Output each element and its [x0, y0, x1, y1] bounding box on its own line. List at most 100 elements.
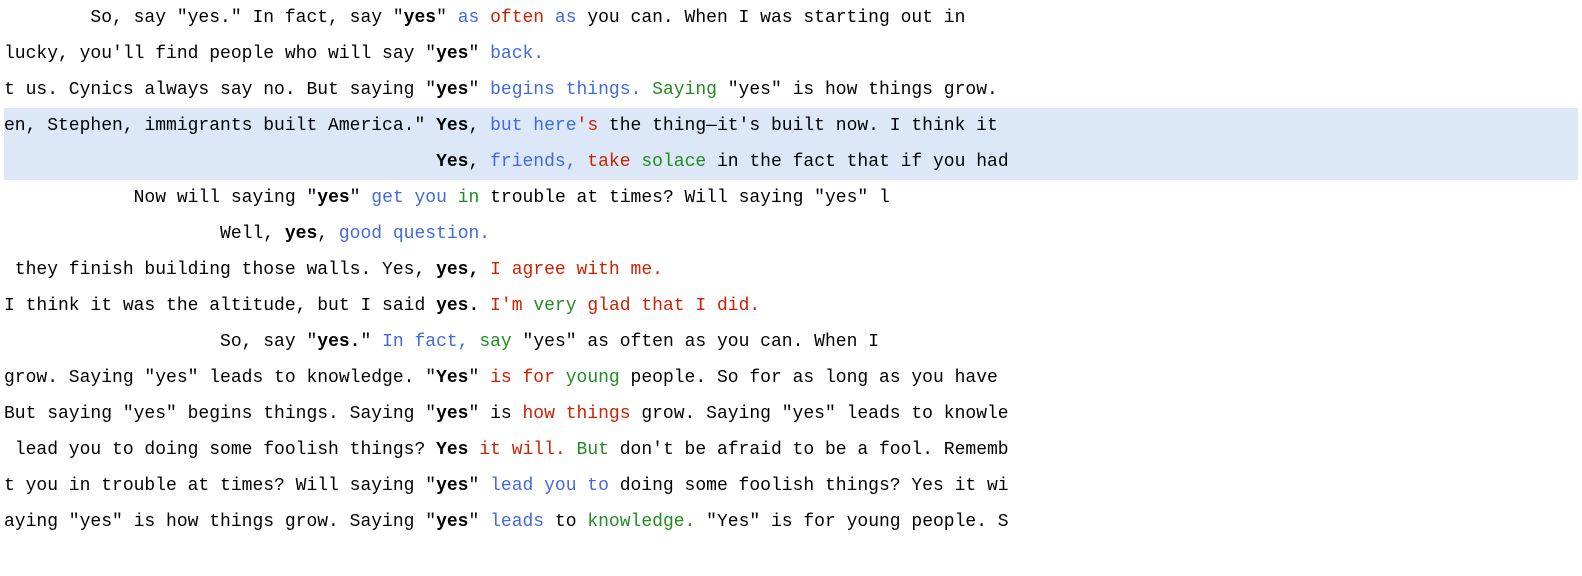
text-segment: yes	[436, 512, 468, 532]
text-segment: in	[458, 188, 480, 208]
text-segment: in the fact that if you had	[706, 152, 1008, 172]
text-line-3: en, Stephen, immigrants built America." …	[4, 108, 1578, 144]
text-segment: very	[533, 296, 576, 316]
text-segment	[577, 152, 588, 172]
text-segment: "	[468, 476, 490, 496]
text-segment: yes.	[436, 296, 479, 316]
text-segment: trouble at times? Will saying "yes" l	[479, 188, 889, 208]
text-segment: I think it was the altitude, but I said	[4, 296, 436, 316]
text-segment: "yes" as often as you can. When I	[512, 332, 879, 352]
text-segment: "	[468, 44, 490, 64]
text-segment: yes	[317, 188, 349, 208]
text-segment: "	[350, 188, 372, 208]
text-segment: yes	[436, 476, 468, 496]
text-line-1: lucky, you'll find people who will say "…	[4, 36, 1578, 72]
text-segment: t us. Cynics always say no. But saying "	[4, 80, 436, 100]
text-segment: solace	[641, 152, 706, 172]
text-segment: you can. When I was starting out in	[577, 8, 966, 28]
text-line-13: t you in trouble at times? Will saying "…	[4, 468, 1578, 504]
text-segment: yes	[436, 404, 468, 424]
text-line-11: But saying "yes" begins things. Saying "…	[4, 396, 1578, 432]
text-segment: But saying "yes" begins things. Saying "	[4, 404, 436, 424]
text-segment: yes	[436, 80, 468, 100]
text-segment: yes	[404, 8, 436, 28]
text-line-4: Yes, friends, take solace in the fact th…	[4, 144, 1578, 180]
text-line-6: Well, yes, good question.	[4, 216, 1578, 252]
text-segment: So, say "	[4, 332, 317, 352]
text-segment: get you	[371, 188, 447, 208]
text-segment: it will.	[479, 440, 565, 460]
text-segment	[555, 368, 566, 388]
text-segment	[469, 332, 480, 352]
text-segment: yes	[285, 224, 317, 244]
text-segment: Yes	[436, 116, 468, 136]
text-line-7: they finish building those walls. Yes, y…	[4, 252, 1578, 288]
text-segment	[631, 152, 642, 172]
text-segment: "Yes" is for young people. S	[695, 512, 1008, 532]
text-segment: to	[544, 512, 587, 532]
text-segment: grow. Saying "yes" leads to knowle	[631, 404, 1009, 424]
text-segment: ,	[468, 116, 490, 136]
text-segment: glad that I did.	[577, 296, 761, 316]
text-segment: often	[490, 8, 544, 28]
text-segment: yes,	[436, 260, 479, 280]
text-segment: they finish building those walls. Yes,	[4, 260, 436, 280]
text-segment	[479, 260, 490, 280]
text-segment: leads	[490, 512, 544, 532]
text-segment	[4, 152, 436, 172]
text-segment: but here	[490, 116, 576, 136]
text-segment: begins things.	[490, 80, 641, 100]
text-segment: don't be afraid to be a fool. Rememb	[609, 440, 1009, 460]
text-segment: ,	[468, 152, 490, 172]
text-line-0: So, say "yes." In fact, say "yes" as oft…	[4, 0, 1578, 36]
text-segment: "	[436, 8, 458, 28]
text-segment	[479, 296, 490, 316]
text-segment: 's	[577, 116, 599, 136]
text-segment: ,	[317, 224, 339, 244]
text-segment	[468, 440, 479, 460]
text-segment: young	[566, 368, 620, 388]
text-segment	[566, 440, 577, 460]
text-segment: say	[479, 332, 511, 352]
text-segment: So, say "yes." In fact, say "	[4, 8, 404, 28]
text-segment: But	[577, 440, 609, 460]
text-segment: "	[468, 80, 490, 100]
text-segment: en, Stephen, immigrants built America."	[4, 116, 436, 136]
text-segment: friends,	[490, 152, 576, 172]
text-segment: yes	[436, 44, 468, 64]
text-segment: Yes	[436, 440, 468, 460]
text-segment: Yes	[436, 152, 468, 172]
text-segment: "	[360, 332, 382, 352]
text-segment: back.	[490, 44, 544, 64]
text-segment: "yes" is how things grow.	[717, 80, 998, 100]
text-segment: knowledge.	[587, 512, 695, 532]
text-segment: people. So for as long as you have	[620, 368, 998, 388]
text-line-12: lead you to doing some foolish things? Y…	[4, 432, 1578, 468]
text-segment: t you in trouble at times? Will saying "	[4, 476, 436, 496]
text-line-10: grow. Saying "yes" leads to knowledge. "…	[4, 360, 1578, 396]
text-segment: In fact,	[382, 332, 468, 352]
text-line-8: I think it was the altitude, but I said …	[4, 288, 1578, 324]
text-line-5: Now will saying "yes" get you in trouble…	[4, 180, 1578, 216]
text-segment: take	[587, 152, 630, 172]
text-segment: Well,	[4, 224, 285, 244]
text-segment: as	[458, 8, 490, 28]
text-segment: I agree with me.	[490, 260, 663, 280]
text-line-9: So, say "yes." In fact, say "yes" as oft…	[4, 324, 1578, 360]
text-segment: is for	[490, 368, 555, 388]
text-segment: as	[544, 8, 576, 28]
text-segment	[641, 80, 652, 100]
text-segment: lucky, you'll find people who will say "	[4, 44, 436, 64]
text-segment: "	[468, 368, 490, 388]
text-line-2: t us. Cynics always say no. But saying "…	[4, 72, 1578, 108]
text-segment	[447, 188, 458, 208]
text-line-14: aying "yes" is how things grow. Saying "…	[4, 504, 1578, 540]
text-segment: aying "yes" is how things grow. Saying "	[4, 512, 436, 532]
text-segment: "	[468, 512, 490, 532]
text-segment: Saying	[652, 80, 717, 100]
content-area: So, say "yes." In fact, say "yes" as oft…	[0, 0, 1582, 540]
text-segment: " is	[468, 404, 522, 424]
text-segment: the thing—it's built now. I think it	[598, 116, 998, 136]
text-segment: I'm	[490, 296, 533, 316]
text-segment: how things	[523, 404, 631, 424]
